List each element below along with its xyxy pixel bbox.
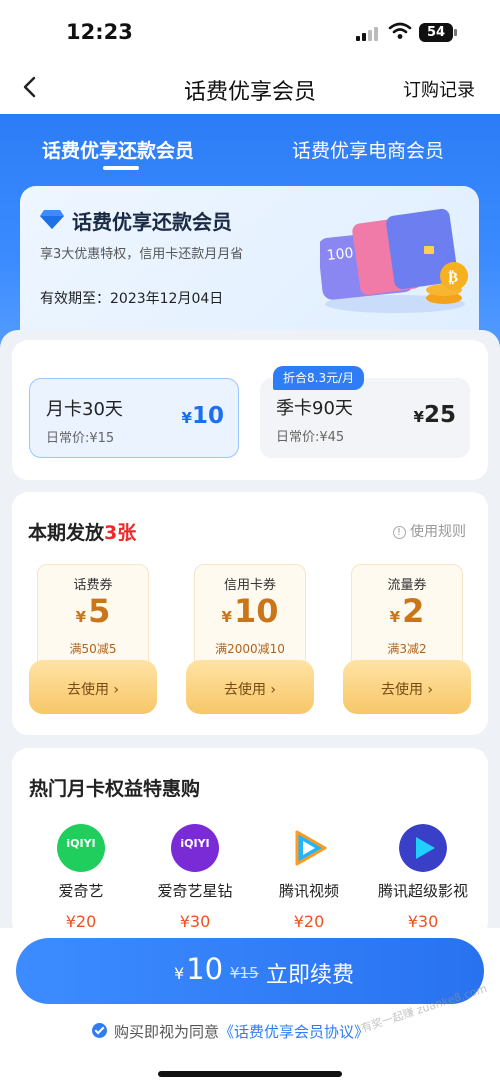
agreement-prefix: 购买即视为同意 <box>114 1023 220 1041</box>
benefit-item-iqiyi[interactable]: iQIYI 爱奇艺 ¥20 <box>26 824 136 934</box>
plan-price: ¥25 <box>413 402 456 428</box>
diamond-icon <box>40 210 64 229</box>
chevron-right-icon: › <box>270 682 277 698</box>
svg-text:₿: ₿ <box>448 268 458 286</box>
coupon-card: 信用卡券 ¥10 满2000减10 去使用 › <box>186 564 314 714</box>
tencent-video-icon <box>295 830 327 866</box>
benefit-name: 爱奇艺 <box>58 882 104 900</box>
renew-original-price: ¥15 <box>230 964 259 982</box>
plan-original-price: 日常价:¥15 <box>46 431 115 446</box>
coupon-title-prefix: 本期发放 <box>28 522 105 544</box>
coupon-name: 信用卡券 <box>223 578 276 593</box>
coupon-name: 流量券 <box>387 578 427 593</box>
plan-discount-badge: 折合8.3元/月 <box>273 366 365 390</box>
iqiyi-icon: iQIYI <box>57 824 105 872</box>
info-icon: ! <box>392 526 406 539</box>
plan-price-value: 10 <box>191 403 224 429</box>
tab-indicator <box>103 166 139 170</box>
coupon-name: 话费券 <box>73 578 113 593</box>
hot-benefits-panel: 热门月卡权益特惠购 iQIYI 爱奇艺 ¥20 iQIYI 爱奇艺星钻 ¥30 … <box>12 748 488 938</box>
renew-currency: ¥ <box>174 964 185 983</box>
tab-ecommerce-member[interactable]: 话费优享电商会员 <box>292 136 444 163</box>
signal-icon <box>356 27 380 41</box>
order-history-link[interactable]: 订购记录 <box>403 76 475 102</box>
plan-panel: 月卡30天 日常价:¥15 ¥10 季卡90天 日常价:¥45 ¥25 折合8.… <box>12 340 488 480</box>
coupon-use-button[interactable]: 去使用 › <box>29 660 157 714</box>
coupon-condition: 满3减2 <box>387 642 427 656</box>
iqiyi-logo-text: iQIYI <box>66 837 96 850</box>
coupon-amount: ¥2 <box>389 592 425 630</box>
status-time: 12:23 <box>66 20 133 44</box>
credit-card-illustration: 100 ₿ <box>320 208 468 313</box>
battery-icon: 54 <box>419 23 457 42</box>
renew-button[interactable]: ¥10 ¥15 立即续费 <box>16 938 484 1004</box>
chevron-right-icon: › <box>427 682 434 698</box>
coupon-amount-value: 5 <box>88 592 111 630</box>
chevron-right-icon: › <box>113 682 120 698</box>
benefit-name: 爱奇艺星钻 <box>157 882 233 900</box>
renew-price: ¥10 <box>174 952 223 986</box>
coupon-panel: 本期发放3张 ! 使用规则 话费券 ¥5 满50减5 去使用 › 信用卡券 ¥1… <box>12 492 488 735</box>
member-title: 话费优享还款会员 <box>72 210 232 234</box>
benefit-item-iqiyi-diamond[interactable]: iQIYI 爱奇艺星钻 ¥30 <box>140 824 250 934</box>
coupon-amount-value: 10 <box>233 592 279 630</box>
plan-name: 季卡90天 <box>276 398 353 419</box>
status-bar: 12:23 54 <box>0 0 500 62</box>
usage-rules-link[interactable]: ! 使用规则 <box>392 521 466 541</box>
member-valid-date: 有效期至：2023年12月04日 <box>40 291 224 307</box>
coupon-use-button[interactable]: 去使用 › <box>343 660 471 714</box>
iqiyi-logo-text: iQIYI <box>180 837 210 850</box>
tencent-super-video-icon <box>399 824 447 872</box>
coupon-condition: 满2000减10 <box>215 642 285 656</box>
coupon-amount: ¥10 <box>221 592 279 630</box>
coupon-use-label: 去使用 <box>223 682 266 698</box>
coupon-section-title: 本期发放3张 <box>28 518 136 545</box>
svg-text:100: 100 <box>326 245 354 264</box>
coupon-card: 话费券 ¥5 满50减5 去使用 › <box>29 564 157 714</box>
renew-price-value: 10 <box>186 952 224 986</box>
coupon-card: 流量券 ¥2 满3减2 去使用 › <box>343 564 471 714</box>
coupon-use-label: 去使用 <box>66 682 109 698</box>
coupon-count: 3张 <box>104 522 137 544</box>
plan-price-value: 25 <box>423 402 456 428</box>
agreement-text: 购买即视为同意《话费优享会员协议》 <box>114 1021 369 1042</box>
member-subtitle: 享3大优惠特权，信用卡还款月月省 <box>40 247 244 262</box>
benefit-name: 腾讯超级影视 <box>377 882 468 900</box>
coupon-amount: ¥5 <box>75 592 111 630</box>
agreement-checkbox[interactable] <box>92 1023 107 1038</box>
usage-rules-label: 使用规则 <box>410 524 466 540</box>
coupon-use-button[interactable]: 去使用 › <box>186 660 314 714</box>
nav-bar: 话费优享会员 订购记录 <box>0 62 500 114</box>
benefit-item-tencent-video[interactable]: 腾讯视频 ¥20 <box>254 824 364 934</box>
plan-month-card[interactable]: 月卡30天 日常价:¥15 ¥10 <box>29 378 239 458</box>
benefit-item-tencent-super[interactable]: 腾讯超级影视 ¥30 <box>368 824 478 934</box>
coupon-condition: 满50减5 <box>69 642 117 656</box>
wifi-icon <box>388 22 412 39</box>
plan-price: ¥10 <box>181 403 224 429</box>
plan-name: 月卡30天 <box>46 399 123 420</box>
plan-original-price: 日常价:¥45 <box>276 430 345 445</box>
plan-quarter-card[interactable]: 季卡90天 日常价:¥45 ¥25 <box>260 378 470 458</box>
tab-repay-member[interactable]: 话费优享还款会员 <box>42 136 194 163</box>
home-indicator <box>158 1071 342 1077</box>
coupon-amount-value: 2 <box>402 592 425 630</box>
agreement-link[interactable]: 《话费优享会员协议》 <box>219 1023 369 1041</box>
benefit-name: 腾讯视频 <box>278 882 339 900</box>
iqiyi-diamond-icon: iQIYI <box>171 824 219 872</box>
hot-benefits-title: 热门月卡权益特惠购 <box>29 778 201 800</box>
renew-label: 立即续费 <box>266 963 355 988</box>
coupon-use-label: 去使用 <box>380 682 423 698</box>
